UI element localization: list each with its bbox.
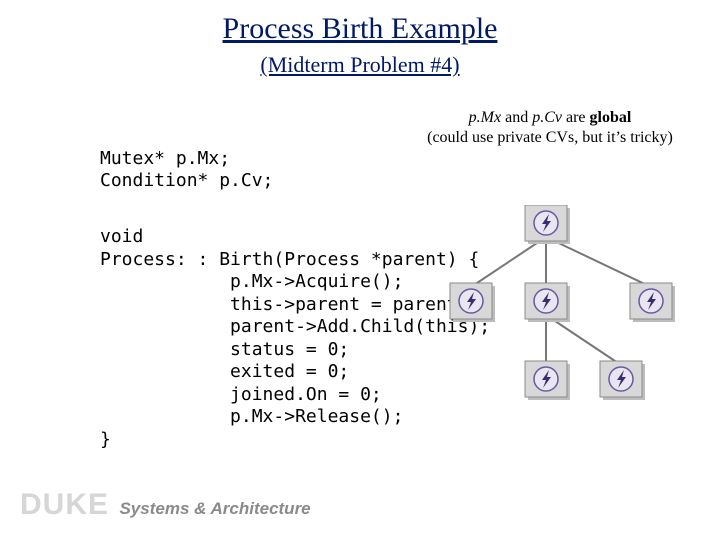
- process-node: [600, 361, 645, 400]
- note-global: global: [590, 109, 632, 126]
- duke-wordmark: DUKE: [20, 488, 109, 522]
- branding: DUKE Systems & Architecture: [20, 488, 311, 522]
- tree-edge: [471, 237, 546, 287]
- process-node: [525, 205, 570, 244]
- process-tree-diagram: [430, 205, 690, 405]
- note-and: and: [501, 109, 532, 126]
- note-pcv: p.Cv: [532, 109, 562, 126]
- global-note: p.Mx and p.Cv are global (could use priv…: [400, 108, 700, 148]
- process-node: [630, 283, 675, 322]
- note-pmx: p.Mx: [469, 109, 501, 126]
- process-node: [450, 283, 495, 322]
- code-declarations: Mutex* p.Mx; Condition* p.Cv;: [100, 148, 273, 191]
- slide-title: Process Birth Example: [0, 12, 720, 46]
- global-note-line2: (could use private CVs, but it’s tricky): [400, 128, 700, 148]
- process-node: [525, 283, 570, 322]
- note-are: are: [562, 109, 590, 126]
- systems-architecture-label: Systems & Architecture: [119, 499, 310, 518]
- tree-edge: [546, 315, 621, 365]
- slide-subtitle: (Midterm Problem #4): [0, 52, 720, 78]
- global-note-line1: p.Mx and p.Cv are global: [400, 108, 700, 128]
- tree-edge: [546, 237, 651, 287]
- process-node: [525, 361, 570, 400]
